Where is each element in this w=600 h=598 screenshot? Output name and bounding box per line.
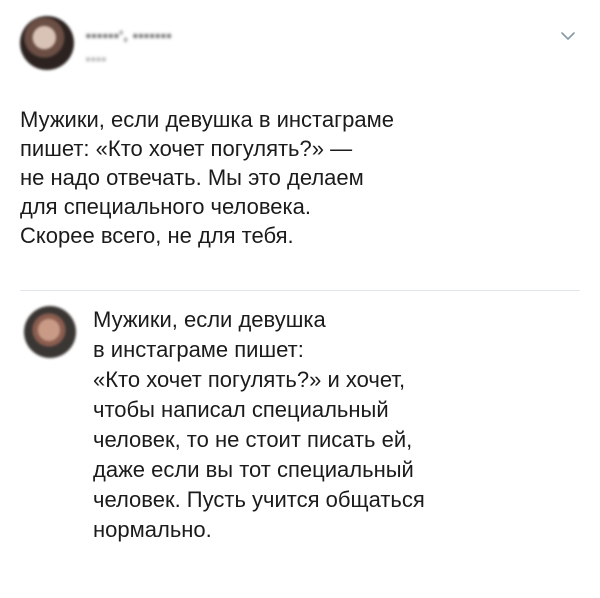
chevron-down-icon[interactable] — [560, 28, 576, 44]
author-avatar[interactable] — [20, 16, 74, 70]
author-name[interactable]: ▪▪▪▪▪▪', ▪▪▪▪▪▪▪ — [86, 28, 266, 43]
reply-avatar[interactable] — [24, 306, 76, 358]
divider — [20, 290, 580, 291]
tweet-text: Мужики, если девушка в инстаграме пишет:… — [20, 107, 394, 248]
tweet: ▪▪▪▪▪▪', ▪▪▪▪▪▪▪ ▪▪▪▪ Мужики, если девуш… — [0, 0, 600, 290]
author-handle[interactable]: ▪▪▪▪ — [86, 52, 146, 66]
reply-text: Мужики, если девушка в инстаграме пишет:… — [93, 307, 425, 542]
